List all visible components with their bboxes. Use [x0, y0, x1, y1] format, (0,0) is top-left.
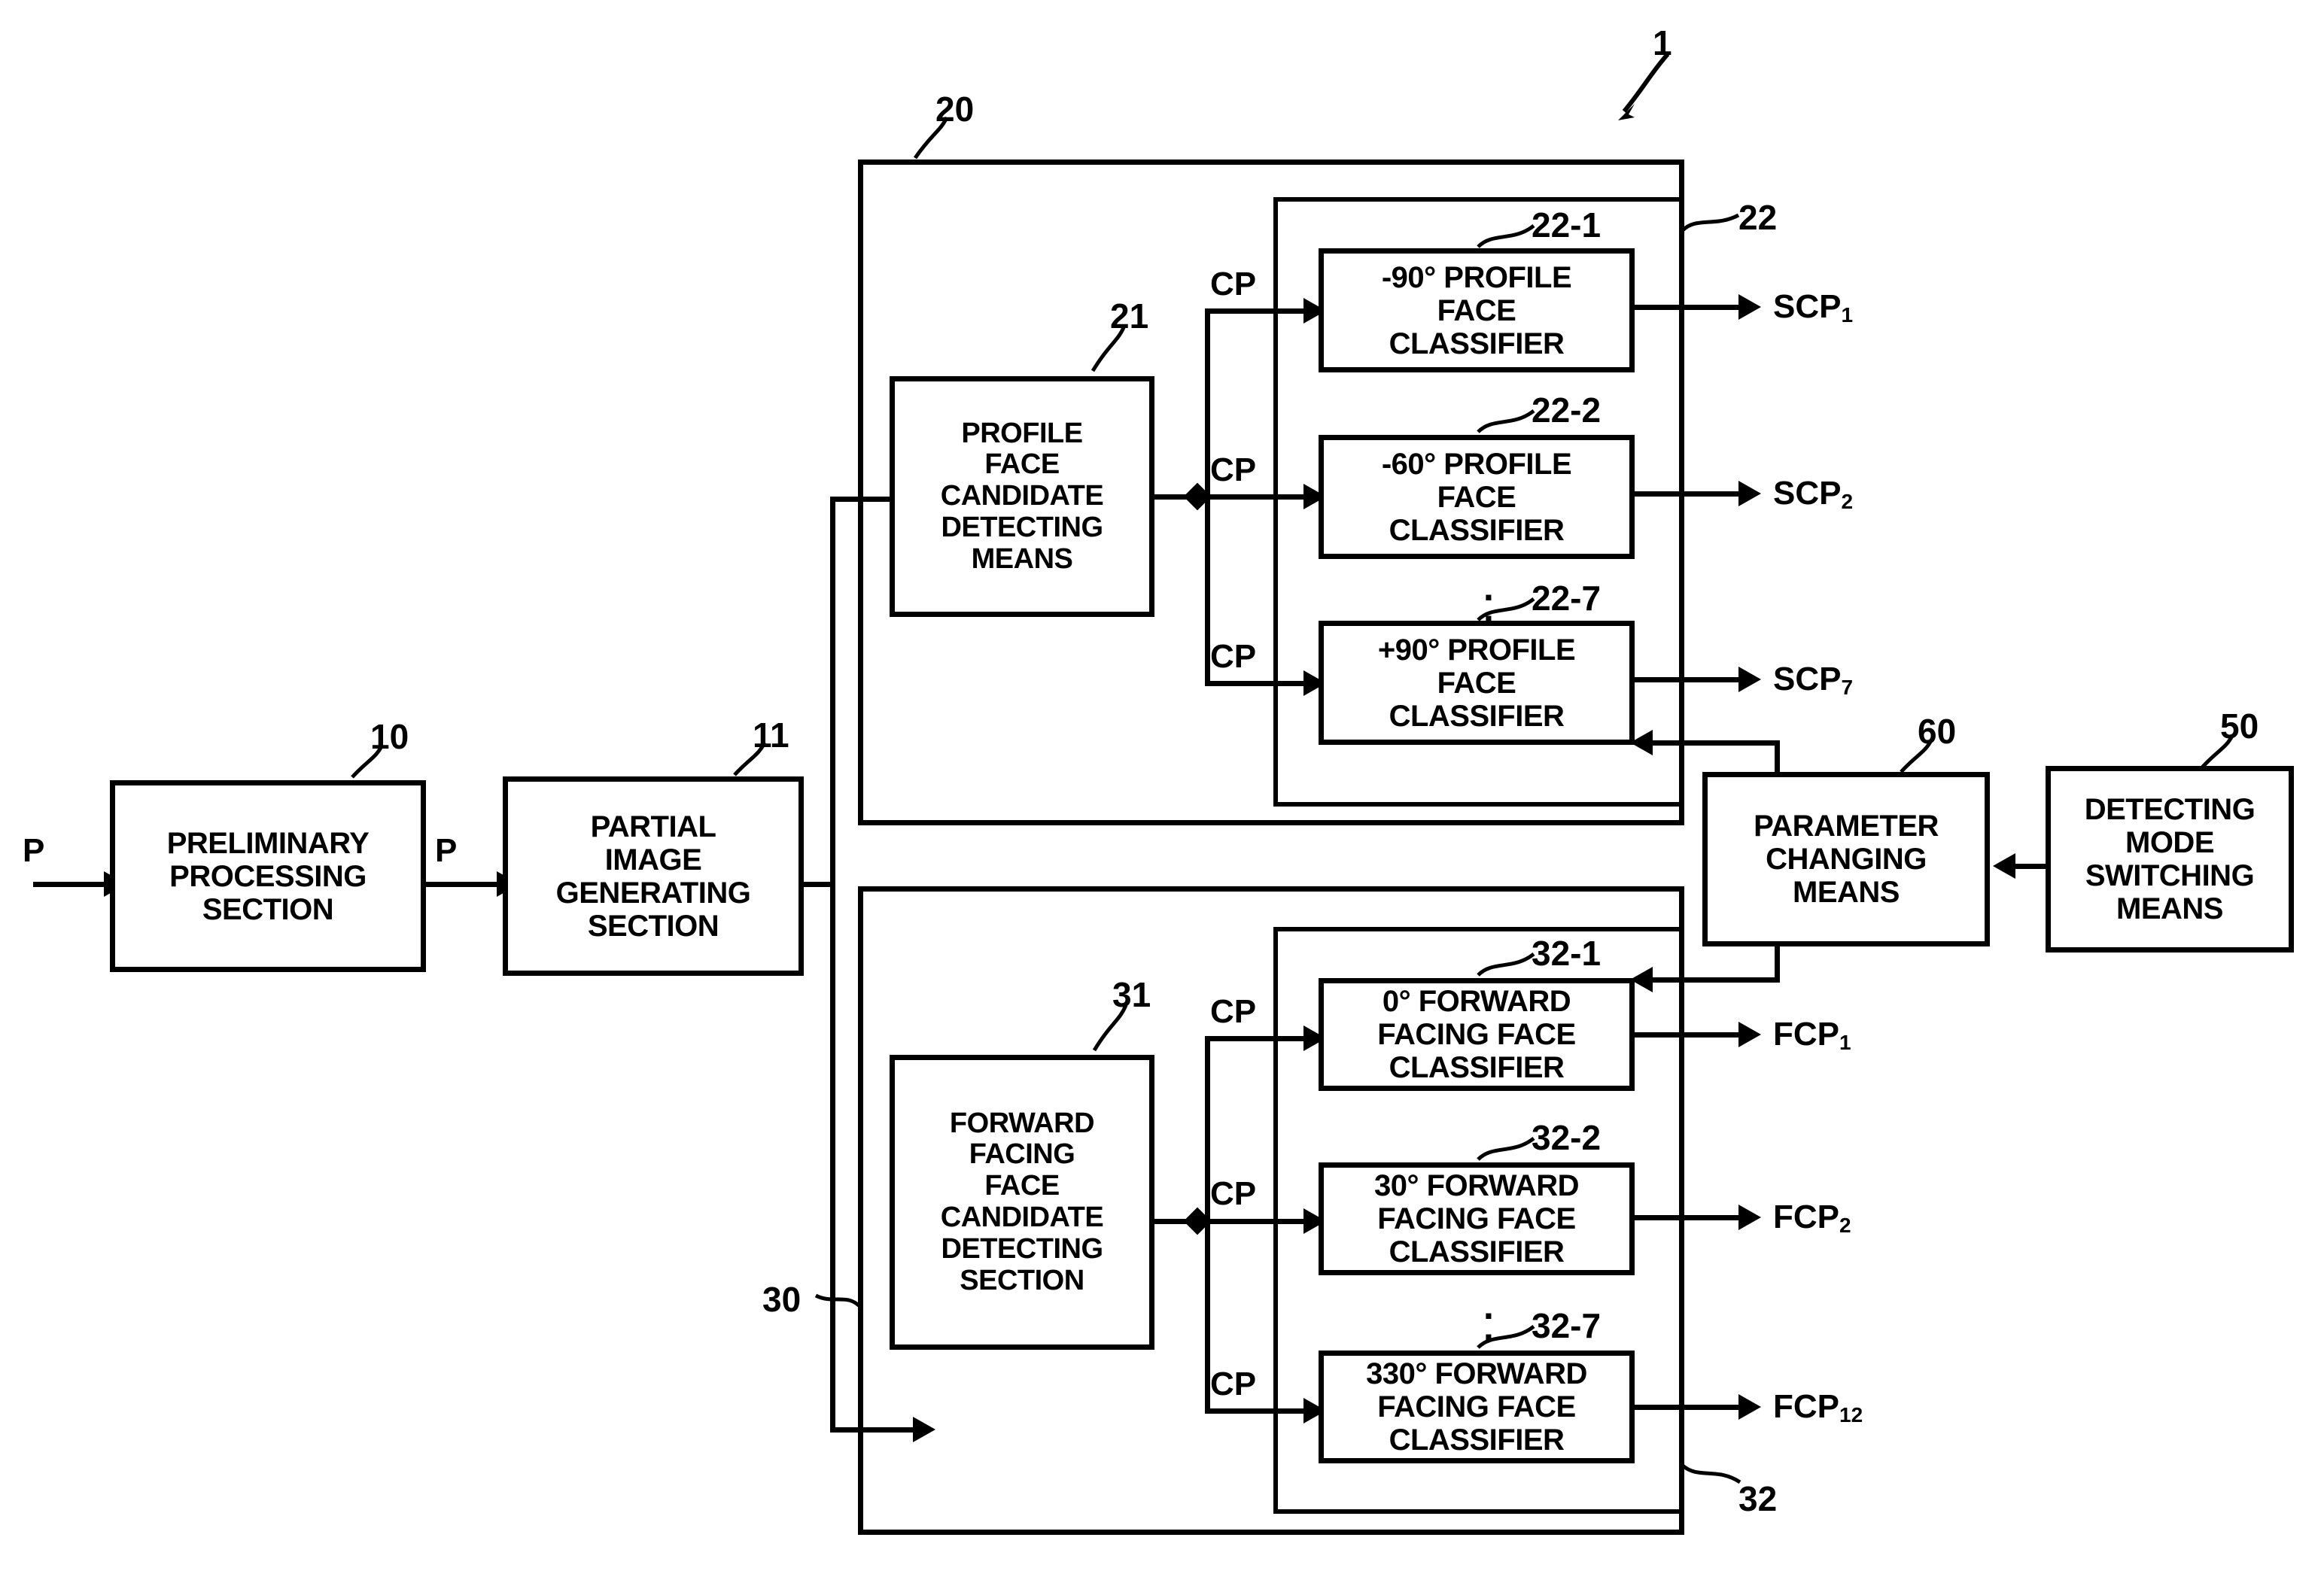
- partial-image-generating-section-label: PARTIAL IMAGE GENERATING SECTION: [555, 810, 751, 943]
- forward-ellipsis: ...: [1483, 1285, 1494, 1369]
- ref-tag-32-1: 32-1: [1532, 934, 1602, 973]
- preliminary-processing-section-block: PRELIMINARY PROCESSING SECTION: [110, 780, 426, 972]
- classifier-22-7-block: +90° PROFILE FACE CLASSIFIER: [1319, 621, 1635, 745]
- profile-face-candidate-detecting-means-block: PROFILE FACE CANDIDATE DETECTING MEANS: [890, 376, 1154, 617]
- classifier-22-7-label: +90° PROFILE FACE CLASSIFIER: [1377, 633, 1576, 733]
- ref-tag-31: 31: [1112, 975, 1151, 1014]
- classifier-22-2-label: -60° PROFILE FACE CLASSIFIER: [1381, 447, 1572, 547]
- ref-tag-22-2: 22-2: [1532, 390, 1602, 430]
- cp-label-32-1: CP: [1210, 993, 1257, 1030]
- forward-face-candidate-detecting-section-block: FORWARD FACING FACE CANDIDATE DETECTING …: [890, 1055, 1154, 1350]
- ref-tag-11: 11: [753, 716, 789, 755]
- leader-line-22: [1681, 213, 1740, 232]
- forward-fanout-vertical: [1205, 1036, 1210, 1414]
- output-line-fcp2: [1635, 1215, 1741, 1220]
- cp-label-22-1: CP: [1210, 266, 1257, 302]
- cp-label-32-7: CP: [1210, 1366, 1257, 1402]
- classifier-32-1-label: 0° FORWARD FACING FACE CLASSIFIER: [1377, 985, 1576, 1084]
- ref-tag-20: 20: [935, 90, 975, 129]
- arrowhead-fcp1: [1738, 1022, 1761, 1047]
- detecting-mode-switching-means-block: DETECTING MODE SWITCHING MEANS: [2046, 766, 2294, 953]
- output-label-fcp12: FCP12: [1773, 1388, 1863, 1426]
- output-line-fcp12: [1635, 1405, 1741, 1410]
- classifier-32-1-block: 0° FORWARD FACING FACE CLASSIFIER: [1319, 978, 1635, 1091]
- bus-vertical: [830, 497, 835, 1433]
- arrowhead-50-to-60: [1993, 853, 2015, 879]
- ref-tag-22-1: 22-1: [1532, 205, 1602, 245]
- ref-tag-60: 60: [1918, 712, 1957, 751]
- classifier-32-7-label: 330° FORWARD FACING FACE CLASSIFIER: [1366, 1357, 1587, 1457]
- parameter-changing-means-block: PARAMETER CHANGING MEANS: [1702, 772, 1990, 946]
- output-line-scp2: [1635, 491, 1741, 497]
- output-label-scp7: SCP7: [1773, 661, 1854, 699]
- input-signal-p: P: [23, 832, 45, 869]
- feedback-up-arrowhead: [1630, 730, 1653, 755]
- classifier-22-1-label: -90° PROFILE FACE CLASSIFIER: [1381, 260, 1572, 360]
- patent-figure-canvas: 1 P PRELIMINARY PROCESSING SECTION 10 P …: [0, 0, 2324, 1586]
- ref-tag-22-7: 22-7: [1532, 579, 1602, 618]
- input-line: [33, 882, 105, 887]
- line-10-to-11: [426, 882, 500, 887]
- cp-label-22-2: CP: [1210, 451, 1257, 488]
- partial-image-generating-section-block: PARTIAL IMAGE GENERATING SECTION: [503, 776, 804, 976]
- ref-tag-10: 10: [370, 717, 409, 756]
- classifier-22-1-block: -90° PROFILE FACE CLASSIFIER: [1319, 248, 1635, 372]
- leader-line-32: [1681, 1464, 1741, 1484]
- ref-tag-21: 21: [1110, 296, 1149, 336]
- output-line-scp7: [1635, 677, 1741, 682]
- intermediate-signal-p: P: [435, 832, 458, 869]
- classifier-32-2-label: 30° FORWARD FACING FACE CLASSIFIER: [1373, 1169, 1580, 1268]
- arrowhead-scp1: [1738, 294, 1761, 320]
- leader-line-1: [1618, 52, 1670, 120]
- output-line-fcp1: [1635, 1032, 1741, 1038]
- classifier-32-7-block: 330° FORWARD FACING FACE CLASSIFIER: [1319, 1351, 1635, 1463]
- ref-tag-32-7: 32-7: [1532, 1306, 1602, 1345]
- ref-tag-50: 50: [2220, 706, 2259, 746]
- output-label-scp1: SCP1: [1773, 288, 1854, 327]
- ref-tag-22: 22: [1738, 198, 1778, 237]
- line-50-to-60: [2014, 864, 2049, 869]
- ref-tag-32: 32: [1738, 1479, 1778, 1518]
- output-label-fcp1: FCP1: [1773, 1016, 1851, 1054]
- arrowhead-scp2: [1738, 481, 1761, 506]
- classifier-22-2-block: -60° PROFILE FACE CLASSIFIER: [1319, 435, 1635, 559]
- ref-tag-32-2: 32-2: [1532, 1118, 1602, 1157]
- feedback-down-arrowhead: [1630, 967, 1653, 992]
- ref-tag-30: 30: [762, 1280, 802, 1319]
- arrowhead-fcp12: [1738, 1394, 1761, 1420]
- output-label-scp2: SCP2: [1773, 475, 1854, 513]
- arrowhead-fcp2: [1738, 1205, 1761, 1230]
- profile-face-candidate-detecting-means-label: PROFILE FACE CANDIDATE DETECTING MEANS: [940, 417, 1104, 575]
- classifier-32-2-block: 30° FORWARD FACING FACE CLASSIFIER: [1319, 1162, 1635, 1275]
- arrowhead-scp7: [1738, 667, 1761, 692]
- output-label-fcp2: FCP2: [1773, 1199, 1851, 1237]
- feedback-down-horizontal: [1651, 977, 1778, 983]
- forward-face-candidate-detecting-section-label: FORWARD FACING FACE CANDIDATE DETECTING …: [940, 1107, 1104, 1296]
- cp-label-22-7: CP: [1210, 638, 1257, 675]
- cp-label-32-2: CP: [1210, 1175, 1257, 1212]
- preliminary-processing-section-label: PRELIMINARY PROCESSING SECTION: [166, 826, 370, 926]
- feedback-up-horizontal: [1651, 740, 1778, 746]
- detecting-mode-switching-means-label: DETECTING MODE SWITCHING MEANS: [2084, 793, 2256, 925]
- ref-tag-1: 1: [1653, 23, 1672, 62]
- parameter-changing-means-label: PARAMETER CHANGING MEANS: [1754, 810, 1939, 909]
- output-line-scp1: [1635, 305, 1741, 310]
